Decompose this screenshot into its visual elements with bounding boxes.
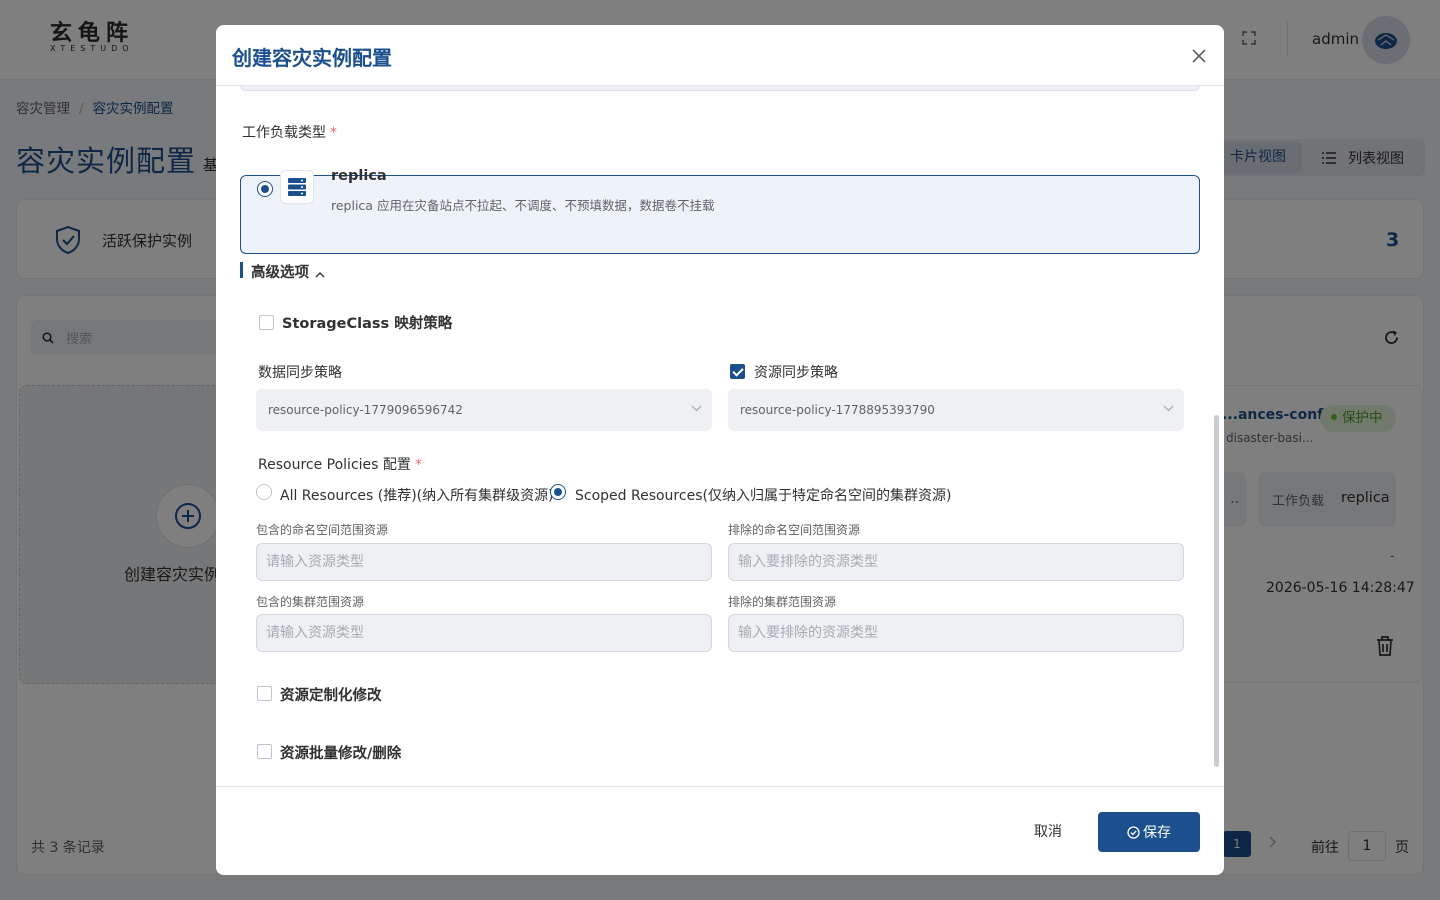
create-dr-config-dialog: 工作负载类型 * replica replica 应用在灾备站点不拉起、不调度、不… [216,25,1224,875]
custom-modify-checkbox[interactable] [257,686,272,701]
include-ns-input[interactable] [256,543,712,581]
chevron-down-icon [1163,405,1174,412]
batch-modify-label[interactable]: 资源批量修改/删除 [280,742,401,763]
workload-option-description: replica 应用在灾备站点不拉起、不调度、不预填数据，数据卷不挂载 [331,198,715,213]
include-cluster-label: 包含的集群范围资源 [256,595,365,609]
workload-replica-radio[interactable] [257,181,273,197]
dialog-body: 工作负载类型 * [216,78,1224,786]
dialog-title: 创建容灾实例配置 [232,46,392,70]
workload-option-replica[interactable] [240,175,1200,254]
exclude-ns-label: 排除的命名空间范围资源 [728,523,861,537]
resource-sync-select[interactable]: resource-policy-1778895393790 [728,389,1184,431]
exclude-cluster-label: 排除的集群范围资源 [728,595,837,609]
server-icon [280,170,314,204]
storageclass-label[interactable]: StorageClass 映射策略 [282,312,452,333]
all-resources-label[interactable]: All Resources (推荐)(纳入所有集群级资源) [280,485,554,505]
advanced-options-toggle[interactable]: 高级选项 [251,261,309,282]
dialog-header: 创建容灾实例配置 [216,25,1224,86]
check-circle-icon [1127,825,1140,839]
section-accent-bar [240,262,243,278]
cancel-button[interactable]: 取消 [1021,811,1075,851]
exclude-ns-input[interactable] [728,543,1184,581]
chevron-down-icon [691,405,702,412]
dialog-footer: 取消 保存 [216,786,1224,875]
resource-sync-checkbox[interactable] [730,364,745,379]
workload-type-label: 工作负载类型 * [242,125,337,141]
exclude-cluster-input[interactable] [728,614,1184,652]
dialog-scrollbar[interactable] [1214,415,1219,767]
include-ns-label: 包含的命名空间范围资源 [256,523,389,537]
include-cluster-input[interactable] [256,614,712,652]
chevron-up-icon[interactable] [315,266,325,282]
scoped-resources-radio[interactable] [550,484,566,500]
resource-policies-label: Resource Policies 配置 * [258,457,422,473]
save-button[interactable]: 保存 [1098,812,1200,852]
close-icon[interactable] [1189,46,1209,66]
data-sync-label: 数据同步策略 [258,365,342,381]
workload-option-title: replica [331,168,387,184]
custom-modify-label[interactable]: 资源定制化修改 [280,684,382,705]
resource-sync-label[interactable]: 资源同步策略 [754,362,838,382]
batch-modify-checkbox[interactable] [257,744,272,759]
all-resources-radio[interactable] [256,484,272,500]
scoped-resources-label[interactable]: Scoped Resources(仅纳入归属于特定命名空间的集群资源) [575,485,951,505]
data-sync-select[interactable]: resource-policy-1779096596742 [256,389,712,431]
storageclass-checkbox[interactable] [259,315,274,330]
